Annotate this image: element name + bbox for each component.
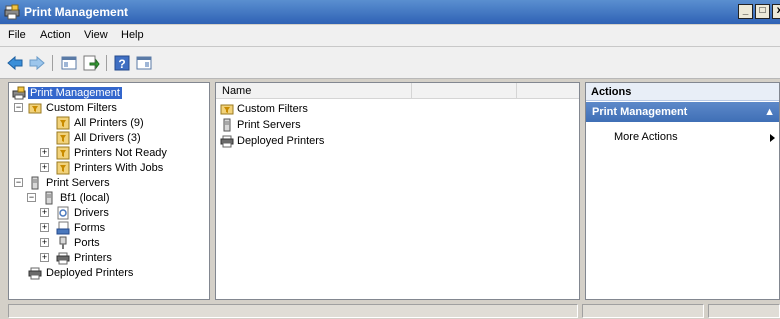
column-divider[interactable] xyxy=(516,83,517,99)
tree-item-label: Printers With Jobs xyxy=(74,162,164,174)
actions-header: Actions xyxy=(586,83,779,101)
title-bar: Print Management _ □ x xyxy=(0,0,780,24)
collapse-toggle[interactable]: − xyxy=(14,103,23,112)
forward-arrow-icon[interactable] xyxy=(28,54,46,72)
tree-item-label: Ports xyxy=(74,237,100,249)
expand-toggle[interactable]: + xyxy=(40,208,49,217)
close-button[interactable]: x xyxy=(772,4,780,19)
menu-help[interactable]: Help xyxy=(121,29,144,41)
toolbar-separator xyxy=(52,55,53,71)
driver-icon xyxy=(57,206,69,220)
results-list: Name Custom Filters Print Servers Deploy… xyxy=(215,82,580,300)
tree-item-label: Forms xyxy=(74,222,106,234)
forms-icon xyxy=(56,221,70,235)
tree-item-label: All Drivers (3) xyxy=(74,132,141,144)
server-icon xyxy=(45,191,53,205)
tree-item-label: Drivers xyxy=(74,207,109,219)
maximize-button[interactable]: □ xyxy=(755,4,770,19)
tree-item-label: Bf1 (local) xyxy=(60,192,110,204)
status-cell-tertiary xyxy=(708,304,780,318)
more-actions-link[interactable]: More Actions xyxy=(614,131,678,143)
print-management-icon xyxy=(12,86,26,100)
list-item-label: Custom Filters xyxy=(237,103,308,115)
tree-item-label: All Printers (9) xyxy=(74,117,144,129)
actions-section-print-management[interactable]: Print Management ▲ xyxy=(586,102,779,122)
server-icon xyxy=(31,176,39,190)
status-bar xyxy=(0,302,780,319)
column-divider[interactable] xyxy=(411,83,412,99)
filter-folder-icon xyxy=(220,104,234,115)
list-header: Name xyxy=(216,83,579,99)
tree-item-label: Print Management xyxy=(28,87,122,99)
collapse-toggle[interactable]: − xyxy=(14,178,23,187)
print-management-app-icon xyxy=(4,4,20,20)
tree-item-label: Custom Filters xyxy=(46,102,117,114)
window-title: Print Management xyxy=(24,5,129,19)
filter-icon xyxy=(56,146,70,160)
help-icon[interactable]: ? xyxy=(113,54,131,72)
printer-icon xyxy=(56,252,70,265)
menu-view[interactable]: View xyxy=(84,29,108,41)
tree-item-label: Printers Not Ready xyxy=(74,147,167,159)
status-cell-secondary xyxy=(582,304,704,318)
filter-icon xyxy=(56,116,70,130)
printer-icon xyxy=(220,135,234,148)
menu-file[interactable]: File xyxy=(8,29,26,41)
collapse-toggle[interactable]: − xyxy=(27,193,36,202)
actions-pane: Actions Print Management ▲ More Actions xyxy=(585,82,780,300)
submenu-arrow-icon[interactable] xyxy=(770,134,775,142)
collapse-caret-icon[interactable]: ▲ xyxy=(764,102,775,122)
list-item-label: Print Servers xyxy=(237,119,301,131)
port-icon xyxy=(59,236,67,249)
tree-item-label: Print Servers xyxy=(46,177,110,189)
filter-icon xyxy=(56,161,70,175)
svg-text:?: ? xyxy=(118,57,125,71)
menu-bar: File Action View Help xyxy=(0,25,780,47)
back-arrow-icon[interactable] xyxy=(6,54,24,72)
server-icon xyxy=(223,118,231,132)
toolbar-separator xyxy=(106,55,107,71)
menu-action[interactable]: Action xyxy=(40,29,71,41)
minimize-button[interactable]: _ xyxy=(738,4,753,19)
column-header-name[interactable]: Name xyxy=(222,85,251,97)
expand-toggle[interactable]: + xyxy=(40,163,49,172)
toolbar: ? xyxy=(0,47,780,79)
filter-folder-icon xyxy=(28,103,42,114)
actions-section-label: Print Management xyxy=(592,106,688,118)
show-hide-action-pane-icon[interactable] xyxy=(135,54,153,72)
status-cell-main xyxy=(8,304,578,318)
list-item-label: Deployed Printers xyxy=(237,135,325,147)
export-list-icon[interactable] xyxy=(82,54,100,72)
show-hide-console-tree-icon[interactable] xyxy=(60,54,78,72)
expand-toggle[interactable]: + xyxy=(40,253,49,262)
expand-toggle[interactable]: + xyxy=(40,148,49,157)
expand-toggle[interactable]: + xyxy=(40,238,49,247)
expand-toggle[interactable]: + xyxy=(40,223,49,232)
filter-icon xyxy=(56,131,70,145)
printer-icon xyxy=(28,267,42,280)
tree-item-label: Printers xyxy=(74,252,112,264)
console-tree: Print Management − Custom Filters All Pr… xyxy=(8,82,210,300)
tree-item-label: Deployed Printers xyxy=(46,267,134,279)
